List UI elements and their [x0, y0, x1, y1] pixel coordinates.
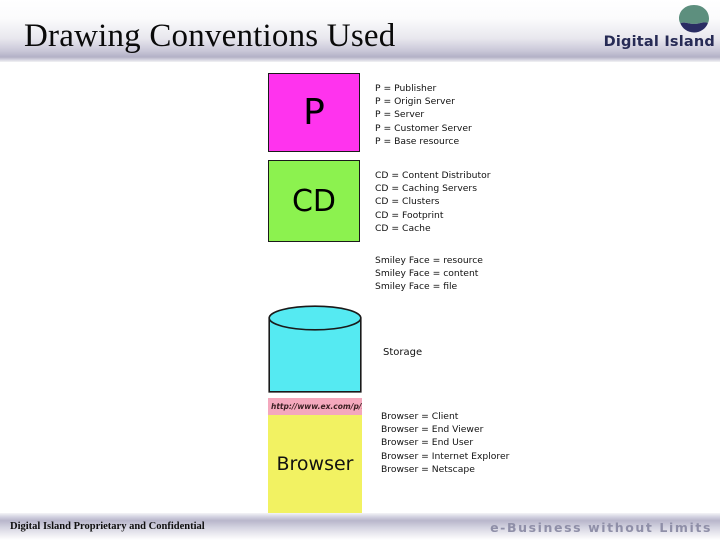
- legend-storage: Storage: [383, 346, 422, 359]
- legend-line: Storage: [383, 347, 423, 358]
- legend-line: Browser = Netscape: [381, 463, 475, 475]
- legend-line: Smiley Face = resource: [375, 255, 483, 266]
- footer-confidentiality-notice: Digital Island Proprietary and Confident…: [10, 521, 205, 532]
- legend-line: P = Customer Server: [375, 122, 472, 134]
- legend-line: CD = Content Distributor: [375, 170, 491, 181]
- shape-storage-cylinder: [268, 305, 362, 393]
- browser-url-bar[interactable]: http://www.ex.com/p/r: [268, 398, 362, 415]
- brand-logo: Digital Island: [593, 4, 715, 54]
- legend-line: Smiley Face = content: [375, 268, 479, 280]
- digital-island-globe-icon: [677, 4, 711, 34]
- legend-line: Browser = Internet Explorer: [381, 450, 510, 462]
- shape-browser-window: http://www.ex.com/p/r Browser: [268, 398, 362, 513]
- shape-content-distributor-box: CD: [268, 160, 360, 242]
- browser-label: Browser: [276, 453, 354, 475]
- browser-content-area: Browser: [268, 415, 362, 513]
- legend-line: CD = Caching Servers: [375, 183, 477, 195]
- brand-logo-text: Digital Island: [603, 34, 715, 50]
- footer-tagline: e-Business without Limits: [490, 520, 712, 535]
- legend-line: Browser = Client: [381, 411, 459, 422]
- legend-line: Smiley Face = file: [375, 281, 458, 293]
- legend-publisher: P = Publisher P = Origin Server P = Serv…: [375, 82, 472, 148]
- browser-url-text: http://www.ex.com/p/r: [271, 402, 362, 411]
- legend-line: P = Server: [375, 109, 425, 121]
- shape-publisher-label: P: [303, 92, 325, 133]
- legend-smiley: Smiley Face = resource Smiley Face = con…: [375, 254, 483, 294]
- legend-line: CD = Footprint: [375, 209, 444, 221]
- page-title: Drawing Conventions Used: [24, 18, 396, 54]
- legend-browser: Browser = Client Browser = End Viewer Br…: [381, 410, 509, 476]
- legend-line: P = Base resource: [375, 135, 460, 147]
- legend-line: CD = Clusters: [375, 196, 440, 208]
- legend-line: P = Publisher: [375, 83, 437, 94]
- legend-line: Browser = End User: [381, 437, 474, 449]
- legend-line: P = Origin Server: [375, 96, 455, 108]
- shape-content-distributor-label: CD: [291, 183, 337, 219]
- shape-publisher-box: P: [268, 73, 360, 152]
- legend-content-distributor: CD = Content Distributor CD = Caching Se…: [375, 169, 491, 235]
- legend-line: Browser = End Viewer: [381, 424, 484, 436]
- legend-line: CD = Cache: [375, 222, 431, 234]
